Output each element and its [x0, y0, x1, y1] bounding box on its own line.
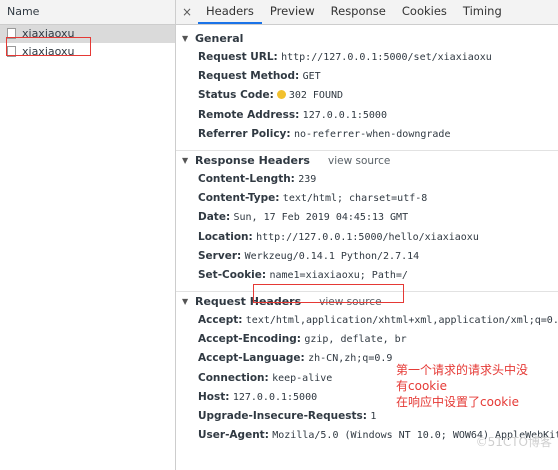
set-cookie-row: Set-Cookie: name1=xiaxiaoxu; Path=/ [198, 268, 408, 281]
details-tabbar: × Headers Preview Response Cookies Timin… [176, 0, 558, 25]
annotation-note: 第一个请求的请求头中没 有cookie 在响应中设置了cookie [396, 362, 528, 410]
annotation-line: 有cookie [396, 379, 447, 393]
request-name: xiaxiaoxu [22, 45, 75, 58]
tab-timing[interactable]: Timing [455, 0, 510, 24]
request-name: xiaxiaoxu [22, 27, 75, 40]
section-title: Request Headers [195, 295, 302, 309]
document-icon [7, 28, 16, 39]
annotation-line: 第一个请求的请求头中没 [396, 363, 529, 377]
header-row: Content-Length: 239 [198, 172, 317, 185]
header-row: Remote Address: 127.0.0.1:5000 [198, 108, 387, 121]
section-title: Response Headers [195, 153, 310, 167]
status-dot-icon [276, 90, 286, 100]
header-row: Server: Werkzeug/0.14.1 Python/2.7.14 [198, 249, 420, 262]
header-row: Request Method: GET [198, 70, 321, 83]
triangle-down-icon: ▼ [182, 34, 189, 43]
request-item-selected[interactable]: xiaxiaoxu [0, 25, 175, 43]
tab-headers[interactable]: Headers [198, 0, 262, 24]
header-row: Status Code: 302 FOUND [198, 89, 344, 102]
triangle-down-icon: ▼ [182, 297, 189, 307]
view-source-link[interactable]: view source [328, 155, 390, 167]
header-row: Location: http://127.0.0.1:5000/hello/xi… [198, 230, 479, 243]
section-title: General [195, 32, 244, 45]
header-row: Content-Type: text/html; charset=utf-8 [198, 192, 428, 205]
tab-response[interactable]: Response [323, 0, 394, 24]
general-section-header[interactable]: ▼ General [176, 29, 558, 48]
annotation-line: 在响应中设置了cookie [396, 395, 519, 409]
watermark: ©51CTO博客 [475, 435, 552, 449]
request-headers-section-header[interactable]: ▼ Request Headers view source [176, 292, 558, 311]
triangle-down-icon: ▼ [182, 155, 189, 165]
close-icon[interactable]: × [176, 0, 198, 24]
view-source-link[interactable]: view source [319, 296, 381, 308]
header-row: Accept: text/html,application/xhtml+xml,… [198, 314, 558, 327]
header-row: Referrer Policy: no-referrer-when-downgr… [198, 127, 451, 140]
tab-cookies[interactable]: Cookies [394, 0, 455, 24]
tab-preview[interactable]: Preview [262, 0, 323, 24]
document-icon [7, 46, 16, 57]
response-headers-section-header[interactable]: ▼ Response Headers view source [176, 151, 558, 170]
name-column-header[interactable]: Name [0, 0, 175, 25]
header-row: Request URL: http://127.0.0.1:5000/set/x… [198, 51, 492, 63]
header-row: Accept-Encoding: gzip, deflate, br [198, 333, 407, 346]
request-item[interactable]: xiaxiaoxu [0, 43, 175, 61]
header-row: Date: Sun, 17 Feb 2019 04:45:13 GMT [198, 211, 409, 224]
request-list-pane: Name xiaxiaoxu xiaxiaoxu [0, 0, 176, 470]
